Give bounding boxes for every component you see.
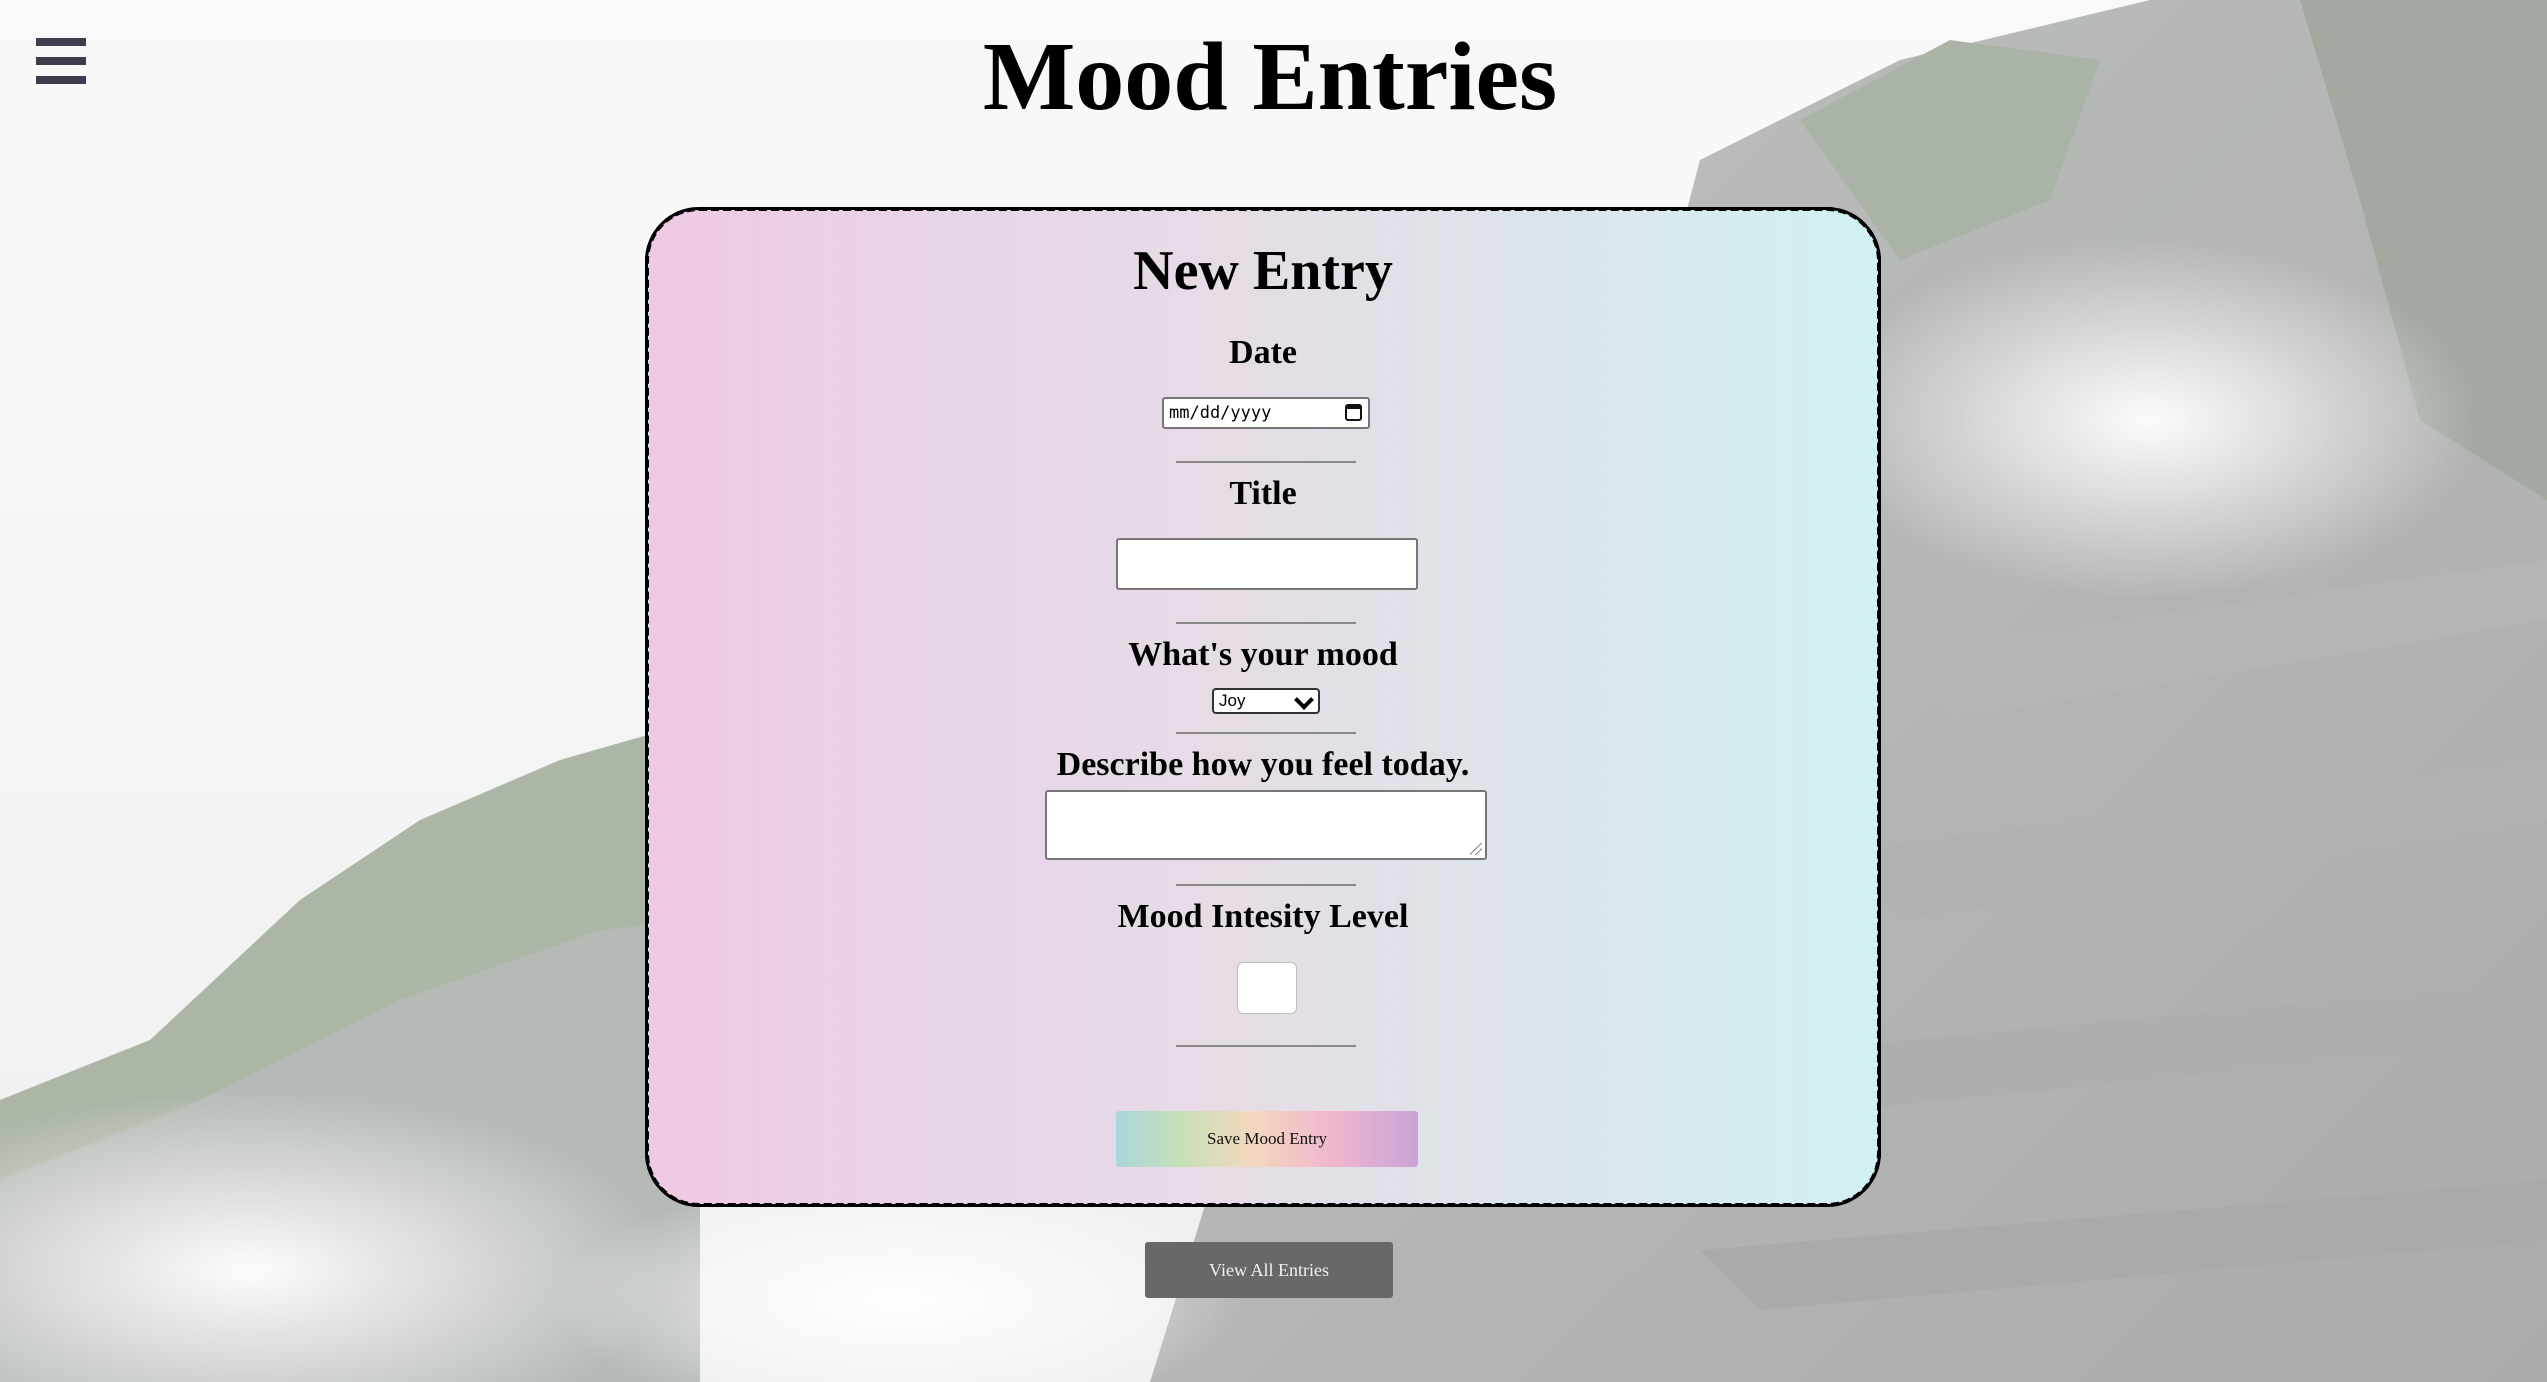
divider [1176,732,1356,734]
mood-select[interactable]: Joy [1212,688,1320,714]
feeling-label: Describe how you feel today. [1056,746,1470,783]
chevron-down-icon [1294,690,1314,710]
title-input[interactable] [1116,538,1418,590]
date-label: Date [1229,334,1297,371]
form-heading: New Entry [1133,240,1393,302]
divider [1176,884,1356,886]
date-placeholder: mm/dd/yyyy [1169,403,1272,423]
mood-label: What's your mood [1128,636,1398,673]
save-mood-entry-button[interactable]: Save Mood Entry [1116,1111,1418,1167]
resize-handle-icon[interactable] [1470,843,1482,855]
feeling-textarea[interactable] [1045,790,1487,860]
calendar-icon[interactable] [1345,404,1362,421]
divider [1176,622,1356,624]
new-entry-form: New Entry Date mm/dd/yyyy Title What's y… [645,207,1881,1207]
title-label: Title [1229,475,1297,512]
divider [1176,1045,1356,1047]
view-all-entries-button[interactable]: View All Entries [1145,1242,1393,1298]
mood-selected-value: Joy [1219,691,1246,710]
intensity-input[interactable] [1237,962,1297,1014]
date-input[interactable]: mm/dd/yyyy [1162,397,1370,429]
intensity-label: Mood Intesity Level [1117,898,1409,935]
page-title: Mood Entries [982,23,1558,131]
divider [1176,461,1356,463]
